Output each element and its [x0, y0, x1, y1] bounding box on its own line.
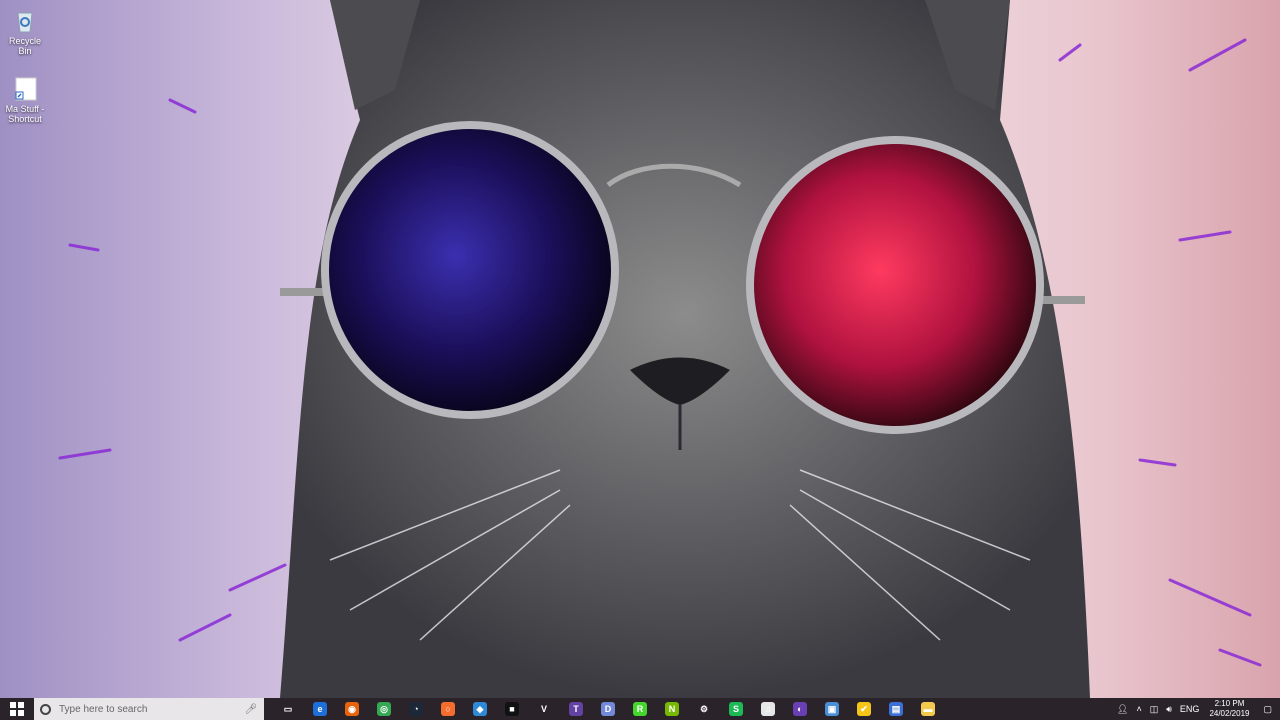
- spotify-icon: S: [729, 702, 743, 716]
- system-tray: 👤︎ ˄ ◫ 🔊︎ ENG 2:10 PM 24/02/2019 ▢: [1113, 698, 1280, 720]
- taskbar-app-norton[interactable]: ✔: [848, 698, 880, 720]
- app-purple-icon: ◐: [793, 702, 807, 716]
- taskbar-app-chrome[interactable]: ◎: [368, 698, 400, 720]
- taskbar-app-photos[interactable]: ▤: [880, 698, 912, 720]
- chrome-icon: ◎: [377, 702, 391, 716]
- razer-icon: R: [633, 702, 647, 716]
- app-blue-icon: ◆: [473, 702, 487, 716]
- taskbar-app-origin[interactable]: ○: [432, 698, 464, 720]
- settings-icon: ⚙: [697, 702, 711, 716]
- time-text: 2:10 PM: [1214, 699, 1245, 708]
- norton-icon: ✔: [857, 702, 871, 716]
- steam-icon: ◔: [409, 702, 423, 716]
- twitch-icon: T: [569, 702, 583, 716]
- taskbar-app-app-window[interactable]: ▣: [816, 698, 848, 720]
- valorant-like-icon: V: [537, 702, 551, 716]
- desktop-icon-label: Ma Stuff - Shortcut: [5, 104, 45, 124]
- origin-icon: ○: [441, 702, 455, 716]
- chevron-up-icon[interactable]: ˄: [1132, 704, 1145, 714]
- language-indicator[interactable]: ENG: [1176, 704, 1204, 714]
- taskbar-app-app-purple[interactable]: ◐: [784, 698, 816, 720]
- app-black-icon: ■: [505, 702, 519, 716]
- recycle-bin-icon: [11, 6, 39, 34]
- folder-shortcut-icon: [11, 74, 39, 102]
- date-text: 24/02/2019: [1209, 709, 1250, 718]
- desktop-icon-label: Recycle Bin: [8, 36, 41, 56]
- taskbar-app-edge[interactable]: e: [304, 698, 336, 720]
- microphone-icon[interactable]: 🎤︎: [244, 704, 258, 715]
- start-button[interactable]: [0, 698, 34, 720]
- file-explorer-icon: ▬: [921, 702, 935, 716]
- task-view-icon: ▭: [281, 702, 295, 716]
- taskbar: Type here to search 🎤︎ ▭ e ◉ ◎ ◔ ○ ◆ ■ V T D R N ⚙ S ♫ ◐…: [0, 698, 1280, 720]
- photos-icon: ▤: [889, 702, 903, 716]
- taskbar-app-steam[interactable]: ◔: [400, 698, 432, 720]
- taskbar-app-settings[interactable]: ⚙: [688, 698, 720, 720]
- nvidia-icon: N: [665, 702, 679, 716]
- network-icon[interactable]: ◫: [1146, 704, 1163, 715]
- taskbar-app-nvidia[interactable]: N: [656, 698, 688, 720]
- app-window-icon: ▣: [825, 702, 839, 716]
- taskbar-app-spotify[interactable]: S: [720, 698, 752, 720]
- discord-icon: D: [601, 702, 615, 716]
- taskbar-app-task-view[interactable]: ▭: [272, 698, 304, 720]
- taskbar-app-app-blue[interactable]: ◆: [464, 698, 496, 720]
- cortana-icon: [40, 703, 51, 715]
- clock[interactable]: 2:10 PM 24/02/2019: [1203, 699, 1255, 719]
- edge-icon: e: [313, 702, 327, 716]
- taskbar-app-app-black[interactable]: ■: [496, 698, 528, 720]
- desktop-icon-shortcut-folder[interactable]: Ma Stuff - Shortcut: [3, 74, 47, 124]
- taskbar-search-box[interactable]: Type here to search 🎤︎: [34, 698, 264, 720]
- taskbar-app-firefox[interactable]: ◉: [336, 698, 368, 720]
- taskbar-app-file-explorer[interactable]: ▬: [912, 698, 944, 720]
- firefox-icon: ◉: [345, 702, 359, 716]
- taskbar-app-discord[interactable]: D: [592, 698, 624, 720]
- windows-logo-icon: [10, 702, 24, 716]
- people-icon[interactable]: 👤︎: [1113, 704, 1132, 715]
- taskbar-app-itunes[interactable]: ♫: [752, 698, 784, 720]
- action-center-icon[interactable]: ▢: [1255, 704, 1280, 715]
- desktop-wallpaper: [58, 0, 1262, 698]
- taskbar-app-razer[interactable]: R: [624, 698, 656, 720]
- taskbar-app-valorant-like[interactable]: V: [528, 698, 560, 720]
- volume-icon[interactable]: 🔊︎: [1162, 704, 1176, 715]
- itunes-icon: ♫: [761, 702, 775, 716]
- search-placeholder: Type here to search: [59, 703, 148, 715]
- taskbar-app-twitch[interactable]: T: [560, 698, 592, 720]
- desktop-icon-recycle-bin[interactable]: Recycle Bin: [3, 6, 47, 56]
